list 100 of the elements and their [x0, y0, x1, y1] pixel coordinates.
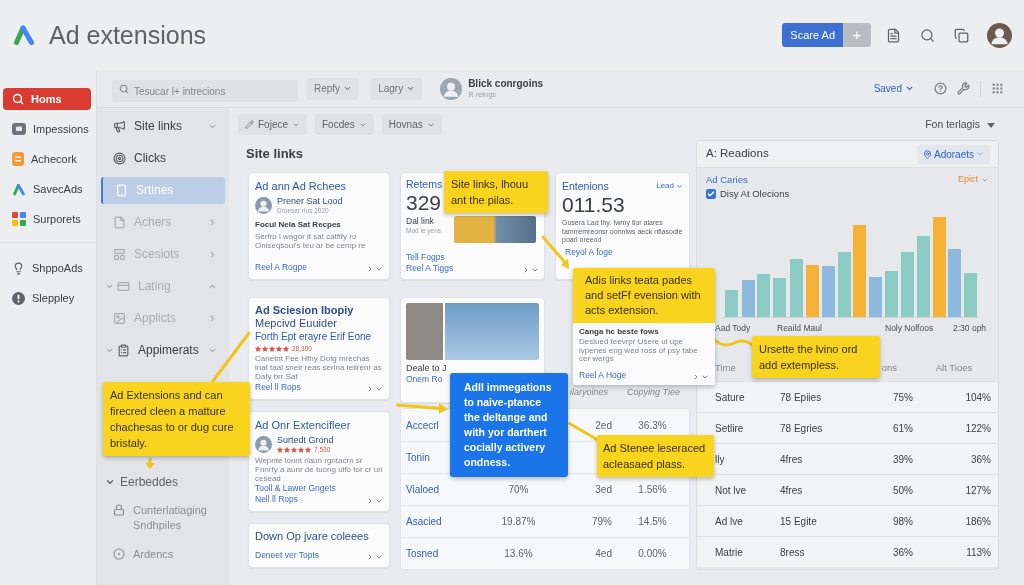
search-icon[interactable]: [920, 27, 935, 43]
saved-menu[interactable]: Saved: [873, 81, 914, 96]
caret-icon: [981, 176, 989, 184]
chart-bar: [885, 271, 898, 317]
chart-bar: [790, 259, 803, 317]
leader-arrow: [144, 458, 156, 469]
dropdown-button[interactable]: Lagry: [371, 77, 423, 100]
chart-bar: [757, 274, 770, 317]
table-cell-text: 1.56%: [638, 483, 667, 497]
help-icon[interactable]: [934, 82, 947, 95]
wrench-icon[interactable]: [957, 82, 970, 95]
nav-item[interactable]: Site links: [101, 112, 225, 140]
chevron-right-icon[interactable]: [366, 385, 374, 393]
chevron-down-icon[interactable]: [701, 373, 709, 381]
column-header: Alt Tioes: [935, 361, 973, 376]
chevron-right-icon[interactable]: [522, 266, 530, 274]
chevron-down-icon[interactable]: [531, 266, 539, 274]
sidebar-item[interactable]: Surporets: [3, 208, 91, 230]
chart-bar: [742, 280, 755, 317]
card-menu[interactable]: Lead: [656, 180, 683, 192]
peak-logo-icon: [12, 24, 36, 46]
avatar-icon: [255, 197, 272, 214]
section-title: Site links: [246, 145, 304, 163]
callout-description: Deslued teevrpr Usere ul upe ivpenes eng wed ross of psy tabe cer wergs: [579, 338, 699, 364]
card-link[interactable]: Tooll & Lawer Gngets: [255, 483, 336, 494]
sidebar-item[interactable]: Sleppley: [3, 287, 91, 309]
caret-icon: [976, 150, 984, 158]
filter-chip[interactable]: Focdes: [315, 114, 374, 135]
search-icon: [119, 83, 129, 94]
table-cell-text: 4ed: [595, 547, 612, 561]
chevron-right-icon[interactable]: [366, 553, 374, 561]
card-link[interactable]: Onem Ro: [406, 374, 443, 385]
card-description: Wepnte lonnt rlaun rgntacrn sr Fnnrfy a aunr de tuong ulfo tor cr un cesead: [255, 456, 383, 483]
column-header: ons: [881, 361, 897, 376]
filter-button[interactable]: Adoraets: [916, 144, 990, 164]
photo-placeholder: [406, 303, 443, 360]
checkbox[interactable]: [706, 189, 716, 199]
dropdown-button[interactable]: Repfy: [307, 77, 360, 100]
axis-label: Noly Nolfoos: [885, 321, 934, 335]
chevron-right-icon: [208, 249, 217, 259]
sidebar-item[interactable]: ShppoAds: [3, 257, 91, 279]
card-link[interactable]: Reel A Hoge: [579, 370, 627, 381]
chart-bar: [838, 252, 851, 317]
table-cell-text: 3ed: [595, 483, 612, 497]
sidebar-item[interactable]: Achecork: [3, 148, 91, 170]
chevron-down-icon[interactable]: [375, 553, 383, 561]
caret-icon: [343, 84, 353, 93]
sort-menu[interactable]: Fon terlagis: [925, 117, 995, 133]
filter-chip[interactable]: Fojece: [238, 114, 307, 135]
sidebar-item[interactable]: Homs: [3, 88, 91, 110]
monitor-tile-icon: [12, 123, 26, 135]
card-link[interactable]: Reyol A foge: [565, 246, 683, 258]
callout-banner: Adis links teata pades and setFf evension with acts extension.: [573, 268, 715, 323]
chevron-right-icon[interactable]: [692, 373, 700, 381]
chevron-down-icon[interactable]: [375, 497, 383, 505]
callout-note: Ad Extensions and can firecred cleen a matture chachesas to or dug cure bristaly.: [103, 382, 250, 456]
sidebar-item[interactable]: SavecAds: [3, 178, 91, 200]
nav-section[interactable]: Eerbeddes: [101, 470, 225, 494]
card-link[interactable]: Deneet ver Topts: [255, 550, 320, 561]
chevron-down-icon[interactable]: [375, 265, 383, 273]
table-cell-text: 61%: [893, 421, 913, 436]
series-link[interactable]: Ad Caries: [706, 172, 748, 188]
callout-note: Ad Stenee leseraced acleasaed plass.: [597, 435, 714, 477]
alert-circle-icon: [12, 291, 25, 305]
table-cell-text: lly: [715, 452, 725, 467]
document-icon[interactable]: [886, 27, 901, 43]
table-cell-text: Not lve: [715, 483, 747, 498]
lightbulb-icon: [12, 261, 25, 275]
checkbox-label: Disy At Olecions: [720, 186, 790, 201]
document-tile-icon: [12, 152, 24, 166]
copy-icon[interactable]: [954, 27, 969, 43]
card-subtitle: Mepcivd Euuider: [255, 317, 338, 330]
chart-bar: [901, 252, 914, 317]
nav-item[interactable]: Clicks: [101, 144, 225, 172]
chevron-right-icon[interactable]: [366, 265, 374, 273]
card-link[interactable]: Tell Fogps: [406, 252, 454, 263]
chevron-right-icon[interactable]: [366, 497, 374, 505]
card-link[interactable]: Reel A Tiggs: [406, 263, 454, 274]
chart-bar: [869, 277, 882, 317]
search-field[interactable]: Tesucar l+ intrecions: [112, 80, 298, 102]
phone-icon: [115, 183, 128, 197]
nav-item[interactable]: Appimerats: [101, 336, 225, 364]
filter-chip[interactable]: Hovnas: [381, 114, 442, 135]
chart-bar: [773, 278, 786, 317]
chevron-down-icon[interactable]: [375, 385, 383, 393]
table-cell-text: Ad lve: [715, 514, 743, 529]
primary-button[interactable]: Scare Ad: [782, 23, 843, 47]
chart-bar: [948, 249, 961, 317]
callout-note: Site links, lhouu ant the pilas.: [444, 171, 548, 213]
checkmark-icon: [707, 190, 715, 198]
dot-circle-icon: [113, 548, 125, 560]
table-cell-text: 75%: [893, 390, 913, 405]
card-link[interactable]: Nell ll Rops: [255, 494, 336, 505]
table-cell-text: Tonin: [406, 451, 430, 465]
card-title: Ad ann Ad Rchees: [255, 179, 348, 193]
grip-icon[interactable]: [991, 82, 1004, 95]
card-link[interactable]: Reel ll Rops: [255, 382, 301, 393]
sidebar-item[interactable]: Impessions: [3, 118, 91, 140]
pin-icon: [922, 149, 932, 159]
card-link[interactable]: Reel A Rogpe: [255, 262, 307, 273]
